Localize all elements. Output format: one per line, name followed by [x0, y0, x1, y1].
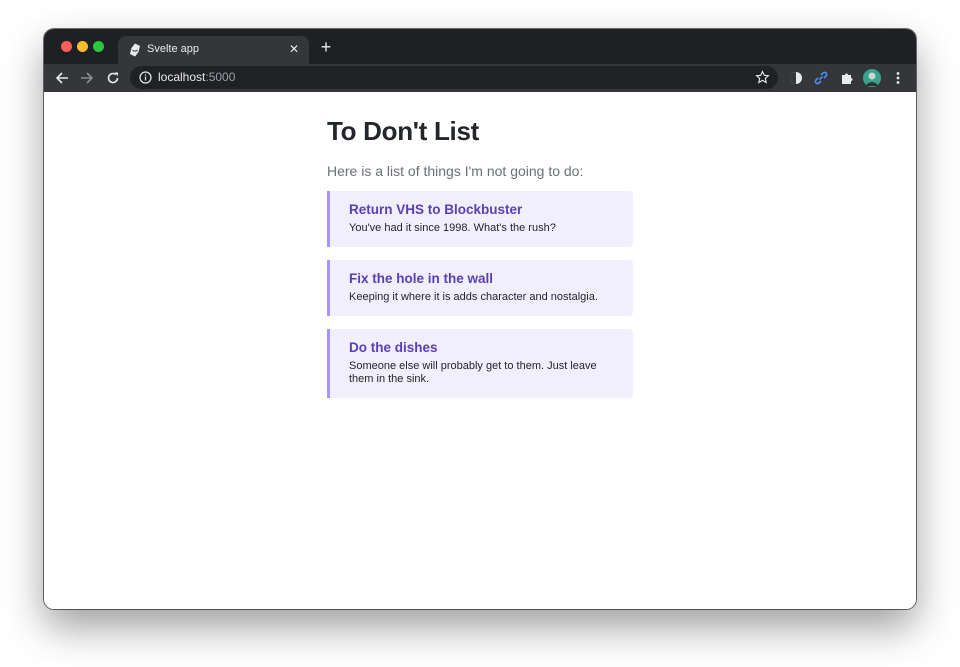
profile-avatar[interactable] [863, 69, 881, 87]
address-bar[interactable]: localhost:5000 [130, 66, 778, 89]
page-intro: Here is a list of things I'm not going t… [327, 163, 584, 179]
title-bar: Svelte app ✕ + [44, 29, 916, 64]
item-description: Keeping it where it is adds character an… [349, 291, 598, 303]
close-tab-icon[interactable]: ✕ [287, 42, 301, 56]
tab-title: Svelte app [147, 43, 199, 55]
menu-kebab-icon[interactable] [889, 69, 907, 87]
todont-item: Fix the hole in the wall Keeping it wher… [327, 260, 633, 316]
item-title: Return VHS to Blockbuster [349, 202, 523, 217]
site-info-icon[interactable] [139, 71, 152, 84]
minimize-window-button[interactable] [77, 41, 88, 52]
item-description: Someone else will probably get to them. … [349, 360, 597, 385]
close-window-button[interactable] [61, 41, 72, 52]
item-description: You've had it since 1998. What's the rus… [349, 222, 556, 234]
url-text: localhost:5000 [158, 70, 235, 84]
todont-item: Do the dishes Someone else will probably… [327, 329, 633, 398]
new-tab-button[interactable]: + [317, 38, 335, 57]
browser-toolbar: localhost:5000 [44, 64, 916, 92]
page-title: To Don't List [327, 116, 479, 146]
todont-item: Return VHS to Blockbuster You've had it … [327, 191, 633, 247]
page-content: To Don't List Here is a list of things I… [44, 92, 916, 609]
svelte-favicon-icon [130, 43, 140, 57]
back-icon[interactable] [53, 69, 71, 87]
maximize-window-button[interactable] [93, 41, 104, 52]
bookmark-star-icon[interactable] [755, 70, 770, 85]
item-title: Fix the hole in the wall [349, 271, 494, 286]
forward-icon[interactable] [78, 69, 96, 87]
link-extension-icon[interactable] [812, 69, 830, 87]
browser-window: Svelte app ✕ + localhost:5000 To Don't L… [44, 29, 916, 609]
item-title: Do the dishes [349, 340, 438, 355]
url-port: :5000 [205, 70, 236, 84]
reload-icon[interactable] [104, 69, 122, 87]
tab-svelte-app[interactable]: Svelte app ✕ [118, 36, 309, 64]
main-column: To Don't List Here is a list of things I… [327, 116, 633, 411]
extension-contrast-icon[interactable] [787, 69, 805, 87]
url-host: localhost [158, 70, 206, 84]
extensions-puzzle-icon[interactable] [838, 69, 856, 87]
